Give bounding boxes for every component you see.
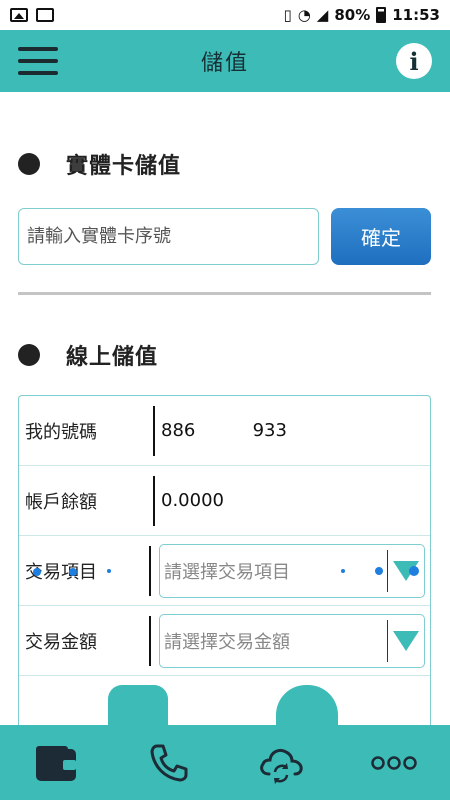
balance-row: 帳戶餘額 0.0000: [19, 466, 430, 536]
nav-cloud-sync[interactable]: [251, 733, 311, 793]
wallet-icon: [36, 745, 77, 781]
transaction-amount-label: 交易金額: [25, 631, 97, 653]
transaction-amount-placeholder: 請選擇交易金額: [164, 632, 290, 653]
battery-icon: [376, 7, 387, 23]
online-topup-title: 線上儲值: [66, 345, 159, 370]
transaction-item-placeholder: 請選擇交易項目: [164, 562, 290, 583]
transaction-amount-row: 交易金額 請選擇交易金額: [19, 606, 430, 676]
transaction-item-select[interactable]: 請選擇交易項目: [159, 544, 425, 598]
confirm-button[interactable]: 確定: [331, 208, 431, 265]
physical-card-title: 實體卡儲值: [66, 154, 182, 179]
balance-value: 0.0000: [161, 490, 224, 511]
bullet-icon: [18, 344, 40, 366]
touch-marker: [409, 566, 419, 576]
signal-icon: ◢: [316, 6, 329, 24]
transaction-amount-select[interactable]: 請選擇交易金額: [159, 614, 425, 668]
touch-marker: [107, 569, 111, 573]
page-title: 儲值: [200, 51, 249, 76]
phone-icon: [150, 744, 188, 781]
nav-phone[interactable]: [139, 733, 199, 793]
image-notification-icon: [10, 8, 28, 22]
vibrate-icon: ▯: [283, 6, 292, 24]
balance-label: 帳戶餘額: [25, 491, 97, 513]
row-separator: [149, 545, 151, 596]
touch-marker: [33, 568, 41, 576]
dropdown-arrow-icon[interactable]: [388, 631, 424, 651]
info-icon[interactable]: i: [396, 43, 432, 79]
row-separator: [149, 615, 151, 666]
pulse-notification-icon: [36, 8, 54, 22]
touch-marker: [69, 568, 77, 576]
status-time: 11:53: [392, 6, 440, 24]
wifi-icon: ◔: [297, 6, 311, 24]
my-number-label: 我的號碼: [25, 421, 97, 443]
menu-icon[interactable]: [18, 44, 58, 78]
more-icon: [371, 755, 417, 770]
touch-marker: [375, 567, 383, 575]
partial-action-button[interactable]: [108, 685, 168, 725]
online-topup-header: 線上儲值: [18, 339, 158, 371]
nav-wallet[interactable]: [26, 733, 86, 793]
my-number-row: 我的號碼 886 933: [19, 396, 430, 466]
physical-card-header: 實體卡儲值: [18, 148, 181, 180]
cloud-sync-icon: [260, 748, 303, 784]
app-bar: 儲值 i: [0, 30, 450, 92]
online-topup-form: 我的號碼 886 933 帳戶餘額 0.0000 交易項目 請選擇交易項目 交易…: [18, 395, 431, 725]
nav-more[interactable]: [364, 733, 424, 793]
battery-percent: 80%: [334, 6, 371, 24]
my-number-value: 886 933: [161, 420, 287, 441]
divider: [18, 292, 431, 295]
bottom-nav: [0, 725, 450, 800]
card-serial-input[interactable]: [18, 208, 319, 265]
transaction-item-row: 交易項目 請選擇交易項目: [19, 536, 430, 606]
touch-marker: [341, 569, 345, 573]
bullet-icon: [18, 153, 40, 175]
status-bar: ▯ ◔ ◢ 80% 11:53: [0, 0, 450, 30]
